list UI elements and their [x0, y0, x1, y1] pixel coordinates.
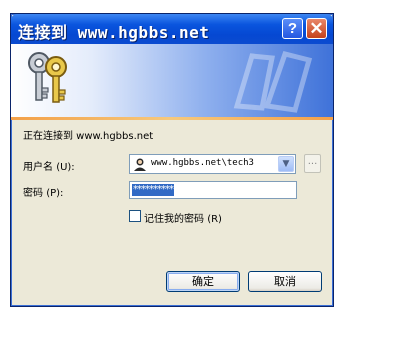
user-icon: [134, 158, 146, 171]
browse-button[interactable]: ...: [304, 154, 321, 173]
close-button[interactable]: ✕: [306, 18, 327, 39]
watermark-icon: [233, 51, 313, 113]
login-dialog: 连接到 www.hgbbs.net ? ✕ 正在连接到 www.hgbbs.ne…: [10, 13, 334, 307]
remember-label-text: 记住我的密码: [144, 214, 204, 225]
remember-password-checkbox[interactable]: [129, 210, 141, 222]
password-label: 密码 (P):: [23, 184, 63, 199]
keys-icon: [28, 52, 67, 103]
remember-accel: (R): [207, 214, 222, 225]
username-label-text: 用户名: [23, 162, 53, 173]
username-label: 用户名 (U):: [23, 158, 75, 173]
username-value: www.hgbbs.net\tech3: [151, 158, 254, 168]
username-accel: (U):: [56, 162, 75, 173]
ok-button[interactable]: 确定: [166, 271, 240, 292]
title-bar[interactable]: 连接到 www.hgbbs.net ? ✕: [11, 14, 333, 44]
chevron-down-icon[interactable]: ▼: [278, 156, 294, 172]
remember-password-label[interactable]: 记住我的密码 (R): [144, 210, 222, 225]
connecting-text: 正在连接到 www.hgbbs.net: [23, 131, 154, 142]
help-button[interactable]: ?: [282, 18, 303, 39]
password-label-text: 密码: [23, 188, 43, 199]
password-value: **********: [132, 184, 174, 196]
password-field[interactable]: **********: [129, 181, 297, 199]
username-combobox[interactable]: www.hgbbs.net\tech3 ▼: [129, 154, 296, 174]
banner-image: [11, 44, 333, 119]
banner-divider: [11, 117, 333, 120]
cancel-button[interactable]: 取消: [248, 271, 322, 292]
dialog-title: 连接到 www.hgbbs.net: [18, 23, 210, 42]
password-accel: (P):: [46, 188, 64, 199]
